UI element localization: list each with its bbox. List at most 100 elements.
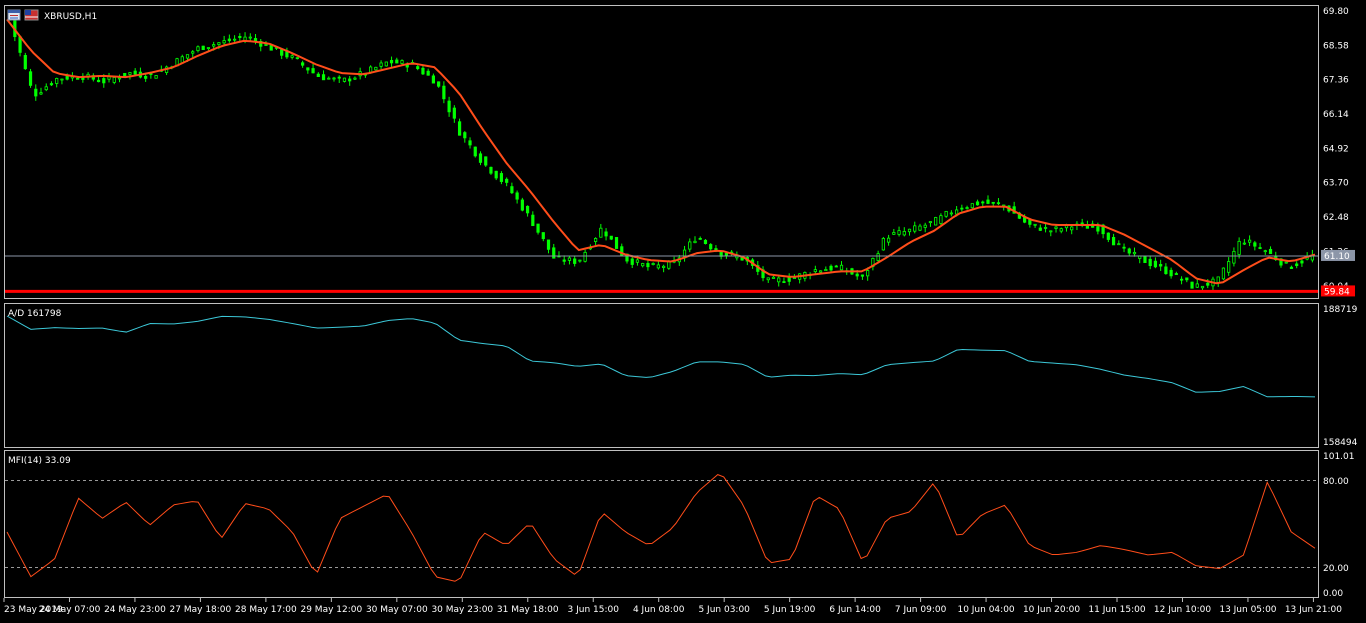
candle-body [400, 60, 404, 64]
candle-body [23, 55, 27, 70]
candle-body [651, 263, 655, 265]
price-tick-label: 66.14 [1323, 110, 1349, 120]
price-tick-label: 63.70 [1323, 179, 1349, 189]
candle-body [1242, 242, 1246, 245]
candle-body [1143, 256, 1147, 263]
candle-body [939, 215, 943, 224]
candle-body [60, 78, 64, 81]
candle-body [1253, 242, 1257, 247]
candle-body [384, 61, 388, 67]
candle-body [102, 78, 106, 84]
candle-body [656, 264, 660, 269]
candle-body [232, 38, 237, 41]
candle-body [1227, 261, 1231, 273]
low-price-label: 59.84 [1324, 287, 1350, 297]
candle-body [316, 73, 320, 78]
candle-body [327, 77, 331, 80]
flag-icon[interactable] [24, 9, 39, 21]
candle-body [369, 66, 373, 73]
candle-body [703, 239, 708, 245]
candle-body [724, 252, 729, 257]
candle-body [201, 45, 205, 51]
candle-body [614, 237, 619, 249]
time-tick-label: 30 May 23:00 [431, 605, 493, 615]
candle-body [562, 259, 566, 262]
candle-body [1237, 240, 1241, 255]
candle-body [536, 223, 540, 233]
candle-body [290, 55, 294, 58]
candle-body [1059, 228, 1063, 232]
candle-body [1049, 230, 1053, 233]
candle-body [212, 44, 216, 47]
time-axis: 23 May 201924 May 07:00 24 May 23:00 27 Ma… [3, 598, 1342, 615]
candle-body [829, 265, 833, 271]
candle-body [348, 78, 352, 82]
price-tick-label: 67.36 [1323, 76, 1349, 86]
time-tick-label: 6 Jun 14:00 [829, 605, 881, 615]
candle-body [1179, 278, 1184, 281]
candle-body [1043, 227, 1048, 229]
candle-body [1148, 258, 1152, 267]
time-tick-label: 28 May 17:00 [235, 605, 297, 615]
candle-body [457, 121, 462, 136]
candle-body [1174, 273, 1178, 275]
candle-body [332, 77, 336, 80]
candle-body [269, 45, 273, 51]
mfi-panel-frame[interactable] [4, 450, 1319, 598]
time-tick-label: 7 Jun 09:00 [895, 605, 947, 615]
time-tick-label: 5 Jun 19:00 [764, 605, 816, 615]
candle-body [1195, 283, 1199, 288]
candle-body [1289, 266, 1294, 269]
candle-body [662, 265, 666, 268]
candle-body [1268, 248, 1273, 254]
candle-body [813, 269, 817, 273]
candle-body [96, 79, 101, 83]
ad-panel-frame[interactable] [4, 303, 1319, 448]
candle-body [918, 225, 922, 231]
candle-body [573, 258, 577, 264]
ad-panel-title: A/D 161798 [8, 309, 62, 319]
candle-body [913, 225, 917, 232]
candle-body [515, 192, 519, 200]
candle-body [1038, 227, 1042, 231]
candle-body [1164, 266, 1168, 275]
candle-body [1132, 251, 1137, 255]
candle-body [379, 62, 383, 67]
candle-body [1190, 281, 1194, 289]
candle-body [473, 146, 477, 157]
candle-body [1221, 267, 1226, 280]
candle-body [630, 258, 634, 265]
candle-body [599, 227, 603, 238]
candle-body [949, 212, 953, 215]
price-tick-label: 69.80 [1323, 7, 1349, 17]
candle-body [123, 73, 127, 77]
bid-price-label: 61.10 [1324, 252, 1350, 262]
candle-body [839, 264, 844, 271]
candle-body [264, 44, 268, 46]
ad-scale-bottom: 158494 [1323, 438, 1358, 448]
candle-body [227, 38, 231, 42]
chart-window-icon[interactable] [7, 9, 21, 21]
candle-body [860, 274, 865, 277]
price-tick-label: 62.48 [1323, 213, 1349, 223]
candle-body [1200, 285, 1205, 289]
time-tick-label: 3 Jun 15:00 [568, 605, 620, 615]
candle-body [975, 201, 980, 206]
candle-body [1263, 250, 1267, 253]
candle-body [996, 202, 1001, 205]
trading-chart[interactable]: XBRUSD,H1 A/D 161798 MFI(14) 33.09 69.80… [0, 0, 1366, 623]
candle-body [991, 201, 995, 204]
candle-body [301, 62, 305, 66]
candle-body [604, 231, 608, 237]
candle-body [886, 237, 891, 243]
candle-body [49, 83, 54, 86]
candle-body [196, 46, 200, 52]
candle-body [311, 68, 315, 74]
candle-body [693, 240, 697, 244]
candle-body [709, 244, 713, 250]
candle-body [520, 199, 524, 211]
candle-body [154, 75, 158, 79]
candle-body [771, 276, 776, 279]
candle-body [818, 270, 823, 273]
candle-body [688, 241, 692, 250]
